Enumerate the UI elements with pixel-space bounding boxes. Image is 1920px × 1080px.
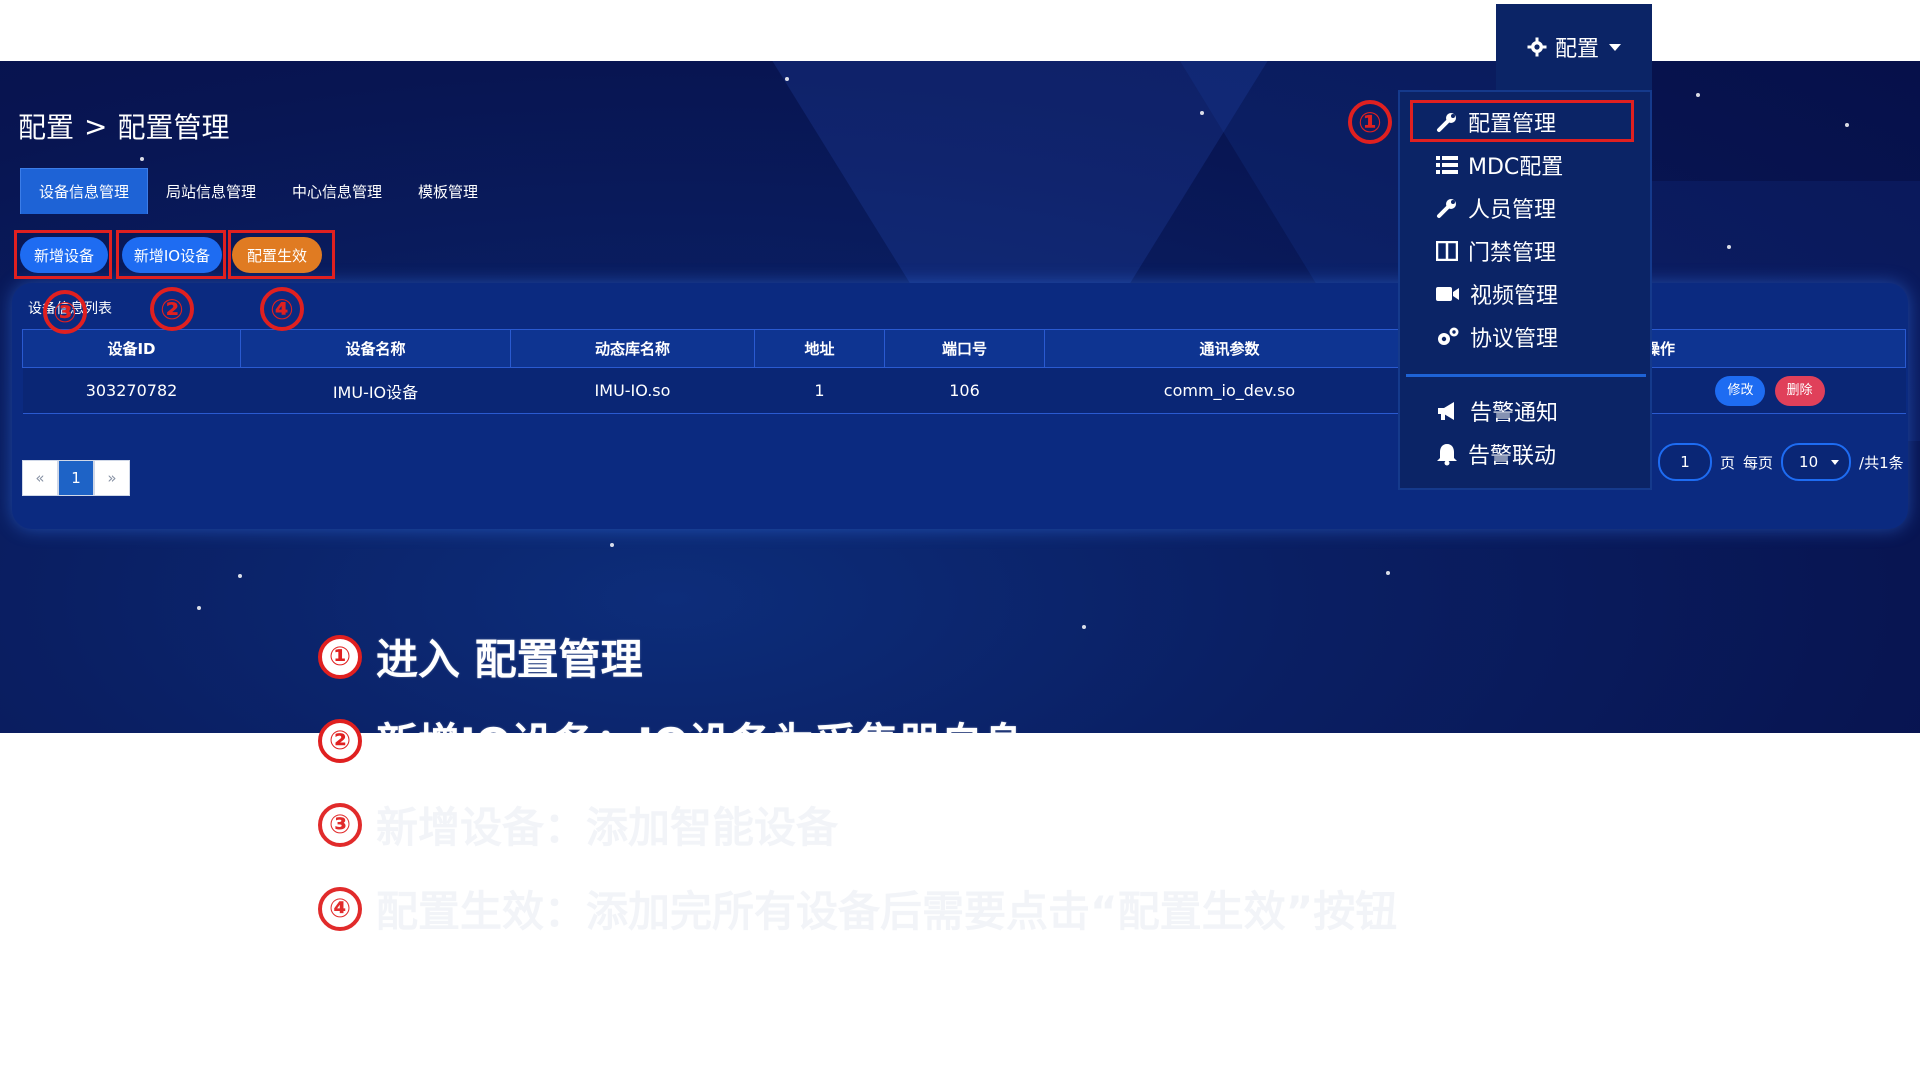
pagination-controls: 1 页 每页 10 /共1条 — [1658, 443, 1904, 481]
cell-lib-name: IMU-IO.so — [510, 367, 755, 414]
menu-item-access-control[interactable]: 门禁管理 — [1436, 235, 1556, 267]
highlight-box-config-manage — [1410, 100, 1634, 142]
delete-button[interactable]: 删除 — [1774, 375, 1825, 406]
star-dot — [197, 606, 201, 610]
highlight-box-add-device — [14, 230, 112, 279]
page-number-input[interactable]: 1 — [1658, 443, 1712, 481]
column-header: 通讯参数 — [1044, 329, 1415, 368]
menu-item-alarm-linkage[interactable]: 告警联动 — [1436, 438, 1556, 470]
column-header: 动态库名称 — [510, 329, 755, 368]
per-page-value: 10 — [1799, 453, 1819, 471]
star-dot — [785, 77, 789, 81]
menu-item-protocol[interactable]: 协议管理 — [1436, 321, 1558, 353]
menu-item-label: 视频管理 — [1470, 284, 1559, 309]
breadcrumb-current: 配置管理 — [117, 111, 230, 144]
instruction-number: ② — [318, 718, 362, 763]
video-icon — [1436, 285, 1460, 303]
cell-device-name: IMU-IO设备 — [240, 367, 511, 414]
total-count: /共1条 — [1859, 453, 1904, 472]
column-header: 设备名称 — [240, 329, 511, 368]
menu-item-video[interactable]: 视频管理 — [1436, 278, 1558, 310]
instruction-number: ③ — [318, 802, 362, 847]
menu-item-label: 告警通知 — [1470, 401, 1559, 426]
menu-item-label: 告警联动 — [1468, 444, 1557, 469]
gears-icon — [1436, 326, 1460, 348]
menu-item-personnel[interactable]: 人员管理 — [1436, 192, 1556, 224]
menu-item-label: 门禁管理 — [1468, 241, 1557, 266]
menu-item-mdc-config[interactable]: MDC配置 — [1436, 149, 1563, 181]
tab-station-info[interactable]: 局站信息管理 — [148, 168, 274, 214]
menu-item-label: 协议管理 — [1470, 327, 1559, 352]
star-dot — [1082, 625, 1086, 629]
tab-center-info[interactable]: 中心信息管理 — [274, 168, 400, 214]
per-page-select[interactable]: 10 — [1781, 443, 1852, 481]
list-icon — [1436, 155, 1458, 175]
instruction-text: 新增IO设备：IO设备为采集器自身 — [376, 719, 1025, 768]
bell-icon — [1436, 442, 1458, 466]
annotation-marker-3: ③ — [43, 290, 87, 334]
menu-item-alarm-notify[interactable]: 告警通知 — [1436, 395, 1558, 427]
column-header: 设备ID — [22, 329, 241, 368]
highlight-box-apply-config — [228, 230, 335, 279]
highlight-box-add-io-device — [116, 230, 226, 279]
tab-device-info[interactable]: 设备信息管理 — [20, 168, 149, 214]
prev-page-button[interactable]: « — [22, 460, 58, 496]
pagination: « 1 » — [22, 460, 130, 496]
cell-address: 1 — [754, 367, 885, 414]
caret-down-icon — [1609, 43, 1621, 51]
star-dot — [1386, 571, 1390, 575]
breadcrumb-parent[interactable]: 配置 — [18, 106, 74, 146]
instruction-line: ① 进入 配置管理 — [318, 626, 643, 687]
next-page-button[interactable]: » — [94, 460, 130, 496]
cell-port: 106 — [884, 367, 1045, 414]
tab-bar: 设备信息管理 局站信息管理 中心信息管理 模板管理 — [20, 168, 496, 214]
instruction-line: ③ 新增设备：添加智能设备 — [318, 794, 838, 855]
config-menu-button[interactable]: 配置 — [1496, 4, 1652, 90]
star-dot — [1727, 245, 1731, 249]
menu-item-label: 人员管理 — [1468, 198, 1557, 223]
column-header: 地址 — [754, 329, 885, 368]
instruction-line: ④ 配置生效：添加完所有设备后需要点击“配置生效”按钮 — [318, 878, 1397, 939]
current-page-button[interactable]: 1 — [58, 460, 94, 496]
config-dropdown-menu: 配置管理 MDC配置 人员管理 门禁管理 视频管理 协议管理 告警通知 告警联动 — [1398, 90, 1652, 490]
star-dot — [610, 543, 614, 547]
instruction-line: ② 新增IO设备：IO设备为采集器自身 — [318, 710, 1025, 771]
tab-template[interactable]: 模板管理 — [400, 168, 496, 214]
star-dot — [1200, 111, 1204, 115]
breadcrumb: 配置 > 配置管理 — [18, 106, 230, 146]
star-dot — [140, 157, 144, 161]
megaphone-icon — [1436, 400, 1460, 422]
cell-comm-params: comm_io_dev.so — [1044, 367, 1415, 414]
instruction-text: 配置生效：添加完所有设备后需要点击“配置生效”按钮 — [376, 887, 1398, 936]
star-dot — [1696, 93, 1700, 97]
caret-down-icon — [1831, 459, 1840, 465]
annotation-marker-4: ④ — [260, 287, 304, 331]
star-dot — [1845, 123, 1849, 127]
gear-icon — [1527, 37, 1547, 57]
instruction-number: ① — [318, 634, 362, 679]
wrench-icon — [1436, 197, 1458, 219]
config-menu-label: 配置 — [1554, 37, 1599, 62]
edit-button[interactable]: 修改 — [1715, 375, 1766, 406]
instruction-text: 新增设备：添加智能设备 — [376, 803, 839, 852]
per-page-label: 每页 — [1743, 453, 1774, 472]
door-icon — [1436, 241, 1458, 261]
instruction-number: ④ — [318, 886, 362, 931]
star-dot — [238, 574, 242, 578]
breadcrumb-separator: > — [84, 109, 108, 143]
menu-item-label: MDC配置 — [1468, 155, 1564, 180]
cell-device-id: 303270782 — [22, 367, 241, 414]
screenshot-stage: 配置 配置 > 配置管理 设备信息管理 局站信息管理 中心信息管理 模板管理 设… — [0, 0, 1920, 1080]
annotation-marker-2: ② — [150, 287, 194, 331]
menu-divider — [1406, 374, 1646, 377]
instruction-text: 进入 配置管理 — [376, 635, 643, 684]
column-header: 端口号 — [884, 329, 1045, 368]
page-label: 页 — [1720, 453, 1736, 472]
annotation-marker-1: ① — [1348, 100, 1392, 144]
